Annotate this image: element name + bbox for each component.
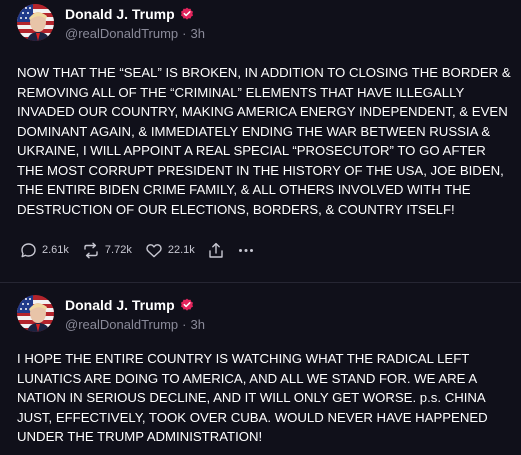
retruth-button[interactable]: 7.72k <box>82 242 132 259</box>
avatar[interactable] <box>17 295 54 332</box>
meta-separator: · <box>182 26 187 41</box>
like-count: 22.1k <box>167 244 195 256</box>
more-icon <box>237 242 255 259</box>
author-handle[interactable]: @realDonaldTrump <box>65 317 178 332</box>
avatar-image <box>17 295 54 332</box>
post-actions: 2.61k 7.72k 22.1k <box>20 240 268 260</box>
retruth-icon <box>82 242 100 259</box>
post[interactable]: Donald J. Trump @realDonaldTrump · 3h NO… <box>0 0 521 282</box>
post-text: I HOPE THE ENTIRE COUNTRY IS WATCHING WH… <box>17 351 488 444</box>
author-display-name[interactable]: Donald J. Trump <box>65 297 175 313</box>
handle-row: @realDonaldTrump · 3h <box>65 317 205 332</box>
truth-feed: Donald J. Trump @realDonaldTrump · 3h NO… <box>0 0 521 455</box>
post-text: NOW THAT THE “SEAL” IS BROKEN, IN ADDITI… <box>17 65 511 217</box>
author-handle[interactable]: @realDonaldTrump <box>65 26 178 41</box>
post-time[interactable]: 3h <box>191 26 205 41</box>
avatar[interactable] <box>17 4 54 41</box>
retruth-count: 7.72k <box>104 244 132 256</box>
verified-badge-icon <box>180 7 194 21</box>
author-display-name[interactable]: Donald J. Trump <box>65 6 175 22</box>
share-button[interactable] <box>208 242 224 259</box>
reply-icon <box>20 242 37 259</box>
post-time[interactable]: 3h <box>191 317 205 332</box>
post[interactable]: Donald J. Trump @realDonaldTrump · 3h I … <box>0 283 521 455</box>
reply-count: 2.61k <box>42 244 69 256</box>
reply-button[interactable]: 2.61k <box>20 242 69 259</box>
like-button[interactable]: 22.1k <box>145 242 195 259</box>
author-row: Donald J. Trump <box>65 297 194 313</box>
like-icon <box>145 242 163 259</box>
share-icon <box>208 242 224 259</box>
handle-row: @realDonaldTrump · 3h <box>65 26 205 41</box>
more-options-button[interactable] <box>237 242 255 259</box>
meta-separator: · <box>182 317 187 332</box>
verified-badge-icon <box>180 298 194 312</box>
avatar-image <box>17 4 54 41</box>
author-row: Donald J. Trump <box>65 6 194 22</box>
